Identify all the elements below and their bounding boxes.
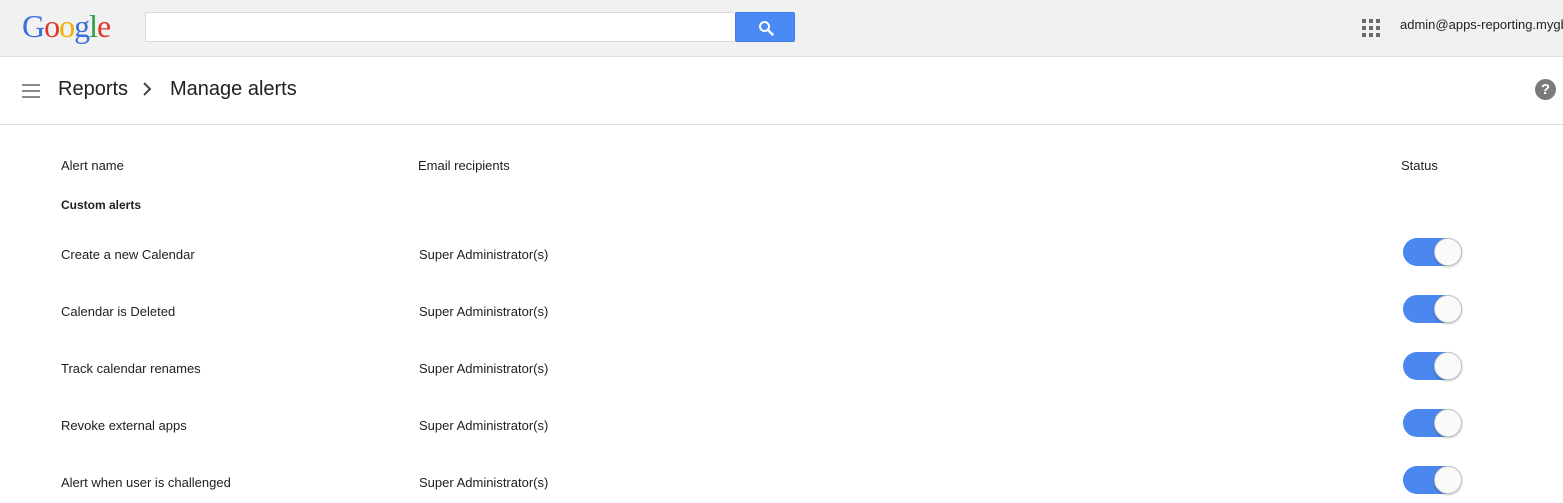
page-title: Manage alerts [170, 78, 297, 100]
status-toggle[interactable] [1403, 238, 1462, 266]
status-toggle[interactable] [1403, 466, 1462, 494]
alert-name[interactable]: Create a new Calendar [61, 247, 195, 262]
toggle-knob [1434, 352, 1462, 380]
alert-recipients: Super Administrator(s) [419, 247, 549, 262]
table-row[interactable]: Track calendar renames Super Administrat… [0, 349, 1563, 389]
page-header: Reports Manage alerts ? [0, 57, 1563, 125]
alert-name[interactable]: Track calendar renames [61, 361, 201, 376]
account-email[interactable]: admin@apps-reporting.mygb [1400, 17, 1563, 32]
hamburger-menu-icon[interactable] [22, 84, 40, 98]
top-bar: Google admin@apps-reporting.mygb [0, 0, 1563, 57]
search-icon [759, 21, 774, 36]
table-row[interactable]: Calendar is Deleted Super Administrator(… [0, 292, 1563, 332]
alert-recipients: Super Administrator(s) [419, 361, 549, 376]
toggle-knob [1434, 238, 1462, 266]
group-label-custom-alerts: Custom alerts [61, 198, 142, 212]
toggle-knob [1434, 295, 1462, 323]
column-header-status: Status [1401, 158, 1438, 173]
search-button[interactable] [735, 12, 795, 42]
chevron-right-icon [143, 82, 152, 96]
logo-letter: o [59, 8, 75, 44]
alert-recipients: Super Administrator(s) [419, 418, 549, 433]
column-header-alert-name: Alert name [61, 158, 124, 173]
table-row[interactable]: Create a new Calendar Super Administrato… [0, 235, 1563, 275]
search-input[interactable] [145, 12, 739, 42]
google-logo[interactable]: Google [22, 8, 111, 44]
alert-recipients: Super Administrator(s) [419, 475, 549, 490]
alert-name[interactable]: Revoke external apps [61, 418, 187, 433]
logo-letter: G [22, 8, 45, 44]
logo-letter: l [89, 8, 98, 44]
apps-grid-icon[interactable] [1362, 19, 1380, 37]
status-toggle[interactable] [1403, 409, 1462, 437]
logo-letter: o [44, 8, 60, 44]
logo-letter: g [74, 8, 90, 44]
toggle-knob [1434, 409, 1462, 437]
status-toggle[interactable] [1403, 352, 1462, 380]
column-header-email-recipients: Email recipients [418, 158, 510, 173]
toggle-knob [1434, 466, 1462, 494]
table-row[interactable]: Alert when user is challenged Super Admi… [0, 463, 1563, 503]
logo-letter: e [97, 8, 111, 44]
breadcrumb-reports[interactable]: Reports [58, 78, 128, 101]
status-toggle[interactable] [1403, 295, 1462, 323]
help-icon[interactable]: ? [1535, 79, 1556, 100]
alert-name[interactable]: Alert when user is challenged [61, 475, 231, 490]
table-row[interactable]: Revoke external apps Super Administrator… [0, 406, 1563, 446]
alert-name[interactable]: Calendar is Deleted [61, 304, 175, 319]
alert-recipients: Super Administrator(s) [419, 304, 549, 319]
